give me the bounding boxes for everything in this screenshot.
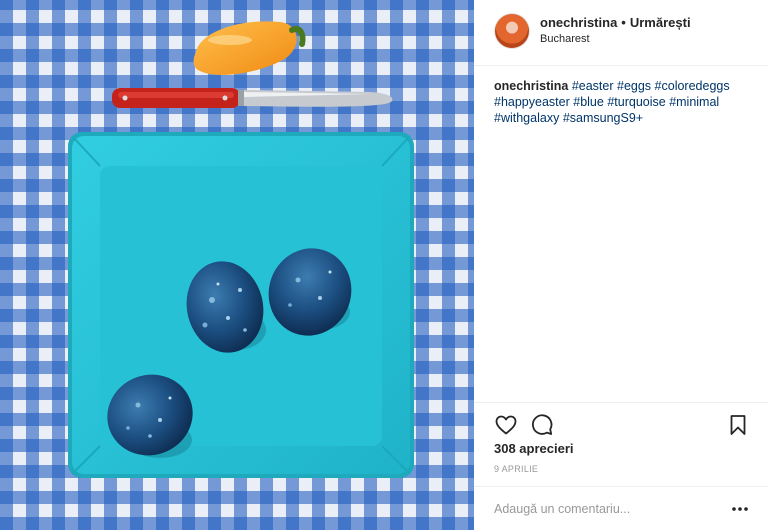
comment-bar: [474, 486, 768, 530]
knife: [112, 88, 393, 108]
hashtag-happyeaster[interactable]: #happyeaster: [494, 95, 570, 109]
post-date[interactable]: 9 APRILIE: [494, 464, 538, 474]
separator-dot: •: [621, 15, 626, 30]
comment-bubble-icon[interactable]: [530, 413, 554, 437]
more-options-icon[interactable]: [730, 502, 750, 516]
avatar[interactable]: [494, 13, 530, 49]
bookmark-icon[interactable]: [726, 413, 750, 437]
author-username[interactable]: onechristina: [540, 15, 617, 30]
author-line: onechristina • Urmărești: [540, 15, 691, 30]
photo-scene: [68, 21, 414, 478]
yellow-pepper: [193, 21, 306, 75]
hashtag-withgalaxy[interactable]: #withgalaxy: [494, 111, 559, 125]
following-button[interactable]: Urmărești: [630, 15, 691, 30]
hashtag-turquoise[interactable]: #turquoise: [607, 95, 665, 109]
hashtag-blue[interactable]: #blue: [573, 95, 604, 109]
likes-count[interactable]: 308 aprecieri: [494, 441, 574, 456]
post-actions: [474, 402, 768, 442]
post-header: onechristina • Urmărești Bucharest: [474, 0, 768, 66]
post-location[interactable]: Bucharest: [540, 33, 590, 45]
hashtag-samsungs9plus[interactable]: #samsungS9+: [563, 111, 643, 125]
post-details-panel: onechristina • Urmărești Bucharest onechri…: [474, 0, 768, 530]
hashtag-easter[interactable]: #easter: [572, 79, 614, 93]
caption-username[interactable]: onechristina: [494, 79, 568, 93]
post-photo[interactable]: [0, 0, 474, 530]
hashtag-coloredeggs[interactable]: #coloredeggs: [655, 79, 730, 93]
hashtag-eggs[interactable]: #eggs: [617, 79, 651, 93]
post-caption: onechristina #easter #eggs #coloredeggs …: [494, 78, 756, 126]
heart-icon[interactable]: [494, 413, 518, 437]
hashtag-minimal[interactable]: #minimal: [669, 95, 719, 109]
comment-input[interactable]: [494, 499, 714, 519]
